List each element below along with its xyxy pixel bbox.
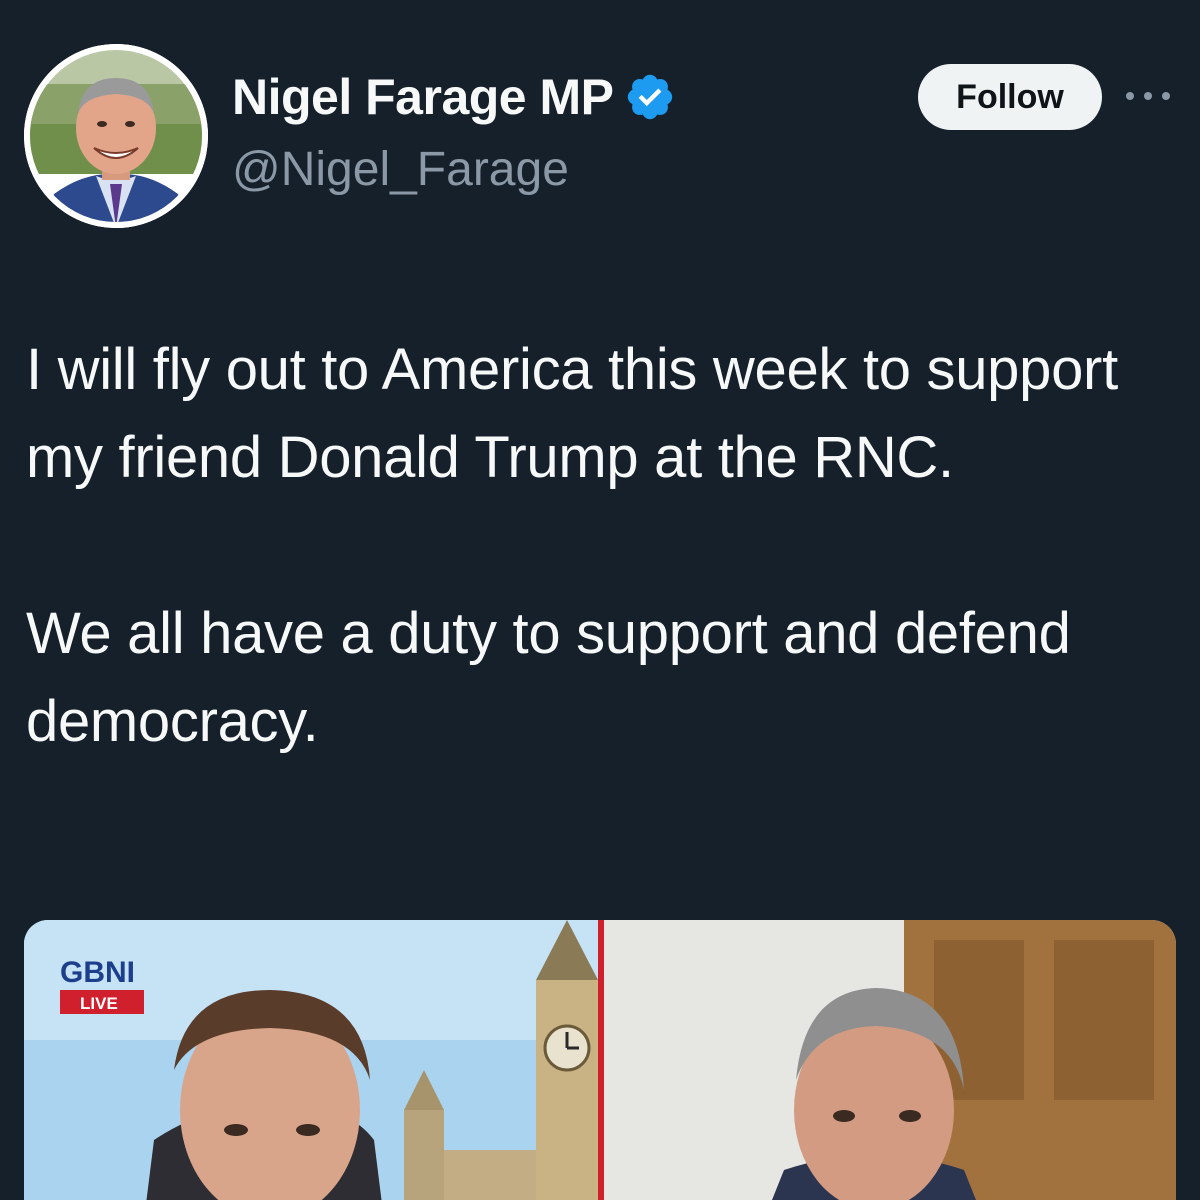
display-name[interactable]: Nigel Farage MP — [232, 68, 614, 126]
live-badge: LIVE — [80, 994, 118, 1013]
tweet-paragraph: We all have a duty to support and defend… — [26, 601, 1071, 754]
dot — [1144, 92, 1152, 100]
dot — [1126, 92, 1134, 100]
channel-logo: GBNI — [60, 956, 135, 989]
tweet-paragraph: I will fly out to America this week to s… — [26, 337, 1118, 490]
video-thumbnail: GBNI LIVE — [24, 920, 1176, 1200]
dot — [1162, 92, 1170, 100]
profile-photo — [24, 44, 208, 228]
more-horizontal-icon[interactable] — [1126, 78, 1170, 114]
author-handle[interactable]: @Nigel_Farage — [232, 142, 569, 197]
follow-button[interactable]: Follow — [918, 64, 1102, 130]
tweet-text: I will fly out to America this week to s… — [26, 326, 1176, 766]
verified-badge-icon[interactable] — [624, 71, 676, 123]
tweet-header: Nigel Farage MP @Nigel_Farage Follow — [0, 0, 1200, 240]
avatar[interactable] — [24, 44, 208, 228]
tweet-media[interactable]: GBNI LIVE — [24, 920, 1176, 1200]
author-name-row: Nigel Farage MP — [232, 62, 676, 132]
